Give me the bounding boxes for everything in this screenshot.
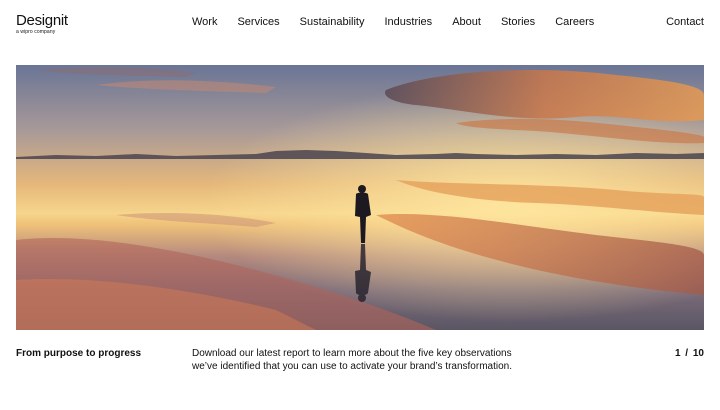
contact-link[interactable]: Contact <box>666 16 704 29</box>
nav-item-stories[interactable]: Stories <box>501 16 535 29</box>
slide-description: Download our latest report to learn more… <box>192 348 512 372</box>
slide-title: From purpose to progress <box>16 348 142 359</box>
logo-tagline: a wipro company <box>16 29 56 35</box>
designit-logo[interactable]: Designit a wipro company <box>16 13 68 35</box>
nav-item-work[interactable]: Work <box>192 16 217 29</box>
site-header: Designit a wipro company Work Services S… <box>0 0 720 46</box>
nav-item-services[interactable]: Services <box>237 16 279 29</box>
logo-wordmark: Designit <box>16 12 68 29</box>
nav-item-industries[interactable]: Industries <box>384 16 432 29</box>
salt-flat-sunset-photo <box>16 65 704 330</box>
nav-item-careers[interactable]: Careers <box>555 16 594 29</box>
nav-item-sustainability[interactable]: Sustainability <box>300 16 365 29</box>
main-nav: Work Services Sustainability Industries … <box>192 16 614 29</box>
hero-image[interactable] <box>16 65 704 330</box>
nav-item-about[interactable]: About <box>452 16 481 29</box>
slide-counter: 1 / 10 <box>674 348 704 359</box>
